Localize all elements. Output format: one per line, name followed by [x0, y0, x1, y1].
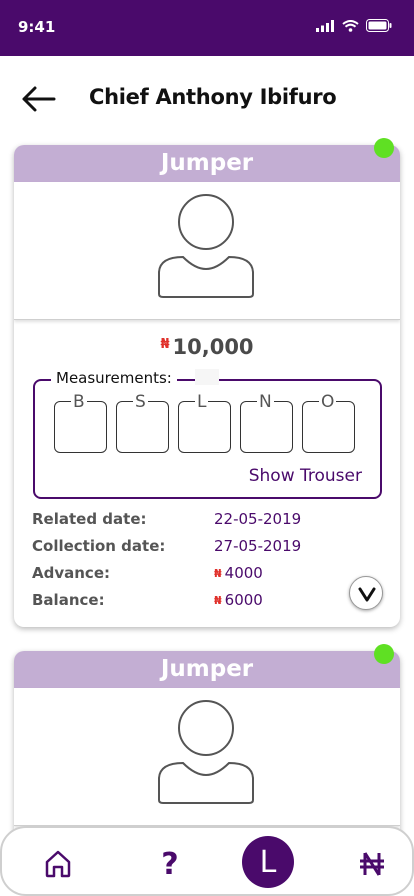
avatar-box [14, 688, 400, 826]
detail-label: Balance: [32, 591, 105, 609]
measurement-field-l[interactable]: L [178, 392, 231, 453]
measurement-letter: B [71, 392, 87, 412]
nav-profile[interactable]: L [242, 836, 294, 888]
garment-title: Jumper [14, 145, 400, 182]
back-button[interactable] [20, 84, 58, 114]
price: ₦ 10,000 [14, 335, 400, 359]
show-trouser-link[interactable]: Show Trouser [249, 466, 362, 486]
help-icon: ? [161, 846, 179, 882]
page-title: Chief Anthony Ibifuro [89, 85, 337, 109]
back-arrow-icon [22, 86, 56, 112]
detail-row-related-date: Related date: 22-05-2019 [32, 510, 372, 537]
header: Chief Anthony Ibifuro [0, 56, 414, 140]
detail-label: Advance: [32, 564, 110, 582]
battery-icon [366, 19, 392, 32]
bottom-nav: ? L [0, 826, 414, 896]
amount: 6000 [224, 591, 263, 609]
detail-value-amount: ₦ 6000 [214, 591, 263, 609]
measurement-letter: S [133, 392, 148, 412]
signal-icon [316, 19, 334, 32]
measurement-field-o[interactable]: O [302, 392, 355, 453]
amount: 4000 [224, 564, 263, 582]
detail-row-collection-date: Collection date: 27-05-2019 [32, 537, 372, 564]
user-avatar-icon [158, 700, 254, 804]
nav-home[interactable] [32, 840, 84, 888]
price-value: 10,000 [172, 335, 254, 359]
detail-label: Related date: [32, 510, 147, 528]
expand-button[interactable] [349, 576, 383, 610]
measurement-field-s[interactable]: S [116, 392, 169, 453]
measurement-letter: O [319, 392, 337, 412]
wifi-icon [342, 19, 359, 32]
garment-title: Jumper [14, 651, 400, 688]
detail-value: 27-05-2019 [214, 537, 302, 555]
profile-initial: L [259, 844, 277, 880]
naira-icon: ₦ [160, 337, 170, 352]
order-details: Related date: 22-05-2019 Collection date… [32, 510, 372, 618]
detail-row-advance: Advance: ₦ 4000 [32, 564, 372, 591]
status-bar: 9:41 [0, 0, 414, 56]
measurement-field-n[interactable]: N [240, 392, 293, 453]
order-card[interactable]: Jumper ₦ 10,000 Measurements: B S L N O S… [14, 145, 400, 627]
detail-row-balance: Balance: ₦ 6000 [32, 591, 372, 618]
online-status-dot [374, 138, 394, 158]
nav-payments[interactable] [346, 840, 398, 888]
naira-icon: ₦ [214, 567, 222, 580]
measurements-box: Measurements: B S L N O Show Trouser [33, 369, 382, 499]
naira-icon [360, 852, 384, 876]
measurements-label: Measurements: [51, 369, 177, 387]
detail-value: 22-05-2019 [214, 510, 302, 528]
measurements-label-highlight [195, 369, 219, 385]
status-time: 9:41 [18, 18, 56, 36]
naira-icon: ₦ [214, 594, 222, 607]
measurement-letter: N [257, 392, 274, 412]
avatar-box [14, 182, 400, 320]
user-avatar-icon [158, 194, 254, 298]
status-icons [316, 19, 392, 32]
detail-value-amount: ₦ 4000 [214, 564, 263, 582]
measurement-field-b[interactable]: B [54, 392, 107, 453]
measurement-letter: L [195, 392, 209, 412]
home-icon [45, 850, 71, 878]
chevron-down-icon [358, 587, 376, 602]
online-status-dot [374, 644, 394, 664]
detail-label: Collection date: [32, 537, 166, 555]
nav-help[interactable]: ? [144, 840, 196, 888]
